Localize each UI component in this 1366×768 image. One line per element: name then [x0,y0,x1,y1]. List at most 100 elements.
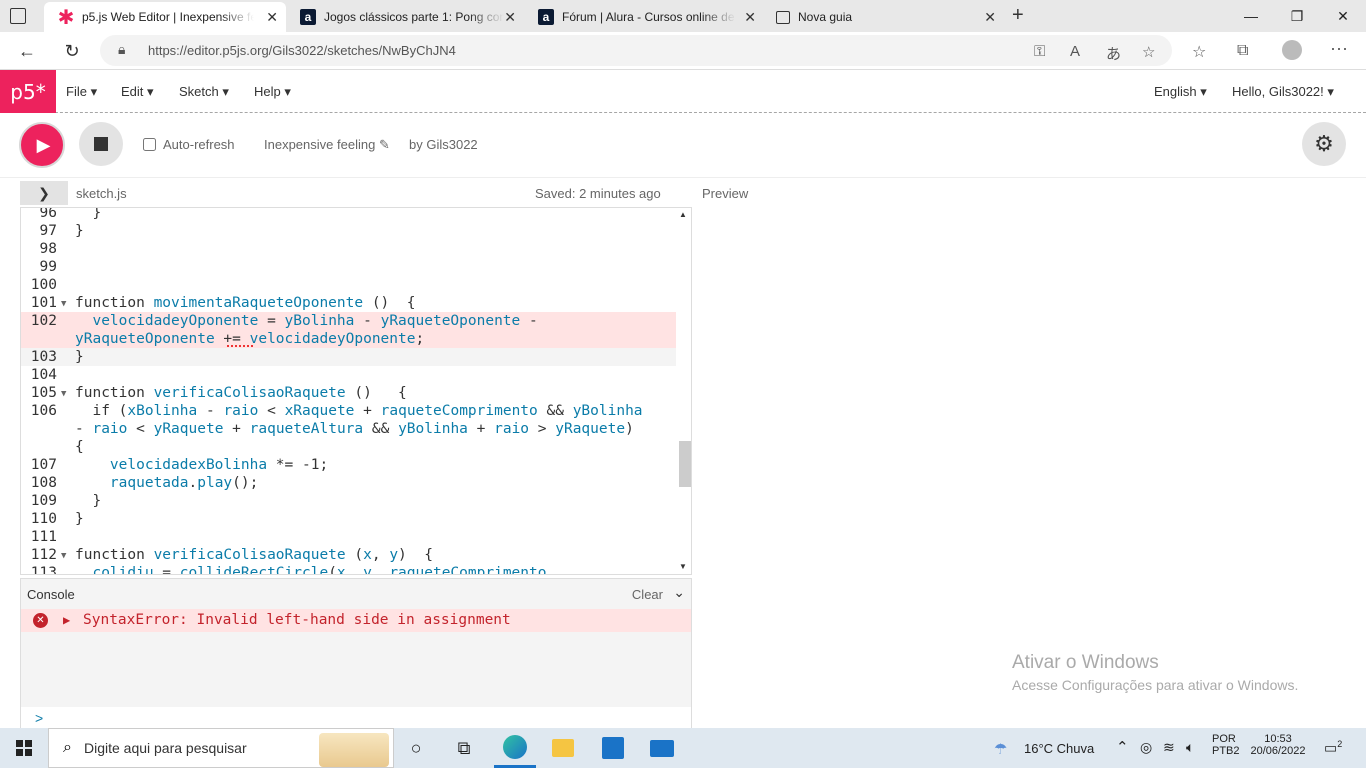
taskbar-search[interactable]: ⌕ Digite aqui para pesquisar [48,728,394,768]
code-line[interactable]: 111 [21,528,676,546]
code-line[interactable]: 98 [21,240,676,258]
add-favorite-icon[interactable]: ☆ [1142,43,1155,61]
microsoft-store-icon[interactable] [592,728,634,768]
browser-tab-pong[interactable]: a Jogos clássicos parte 1: Pong com Java… [288,2,524,32]
code-line[interactable]: yRaqueteOponente += velocidadeyOponente; [21,330,676,348]
notification-count: 2 [1337,739,1343,749]
menu-edit[interactable]: Edit ▾ [121,84,154,100]
browser-tab-forum[interactable]: a Fórum | Alura - Cursos online de tecno… [526,2,764,32]
code-line[interactable]: 101 ▼ function movimentaRaqueteOponente ()… [21,294,676,312]
close-tab-icon[interactable]: ✕ [984,9,996,26]
profile-avatar[interactable] [1282,40,1302,60]
close-tab-icon[interactable]: ✕ [266,9,278,26]
console-header: Console Clear ⌄ [21,579,691,609]
edge-browser-icon[interactable] [494,728,536,768]
user-menu[interactable]: Hello, Gils3022! ▾ [1232,84,1334,100]
code-line[interactable]: 105 ▼ function verificaColisaoRaquete () { [21,384,676,402]
expand-triangle-icon[interactable]: ▶ [63,609,70,632]
error-squiggle [227,344,253,347]
code-line[interactable]: 108 raquetada.play(); [21,474,676,492]
code-line[interactable]: - raio < yRaquete + raqueteAltura && yBo… [21,420,676,438]
tab-actions-icon[interactable] [10,8,26,24]
windows-start-icon[interactable] [0,728,48,768]
close-tab-icon[interactable]: ✕ [744,9,756,26]
url-field[interactable]: 🔒︎ https://editor.p5js.org/Gils3022/sket… [100,35,1172,66]
settings-gear-icon[interactable]: ⚙ [1302,122,1346,166]
editor-scrollbar[interactable]: ▲ ▼ [676,208,691,574]
weather-rain-icon[interactable]: ☂ [994,740,1007,758]
read-aloud-icon[interactable]: A [1070,43,1080,60]
scroll-down-arrow-icon[interactable]: ▼ [679,562,687,571]
back-arrow-icon[interactable]: ← [12,36,42,66]
notifications-icon[interactable]: ▭2 [1324,739,1342,757]
auto-refresh-checkbox[interactable] [143,138,156,151]
fold-arrow-icon[interactable]: ▼ [61,385,66,403]
camera-icon[interactable]: ◎ [1140,739,1152,756]
tray-chevron-up-icon[interactable]: ⌃ [1116,738,1129,756]
code-line[interactable]: 104 [21,366,676,384]
translate-icon[interactable]: あ [1106,43,1121,64]
expand-sidebar-button[interactable]: ❯ [20,181,68,205]
console-input[interactable]: > [21,707,691,729]
weather-text[interactable]: 16°C Chuva [1024,741,1094,756]
task-view-icon[interactable]: ⧉ [444,728,484,768]
mail-icon[interactable] [640,728,684,768]
code-line[interactable]: 110} [21,510,676,528]
code-text: - raio < yRaquete + raqueteAltura && yBo… [75,421,634,437]
stop-button[interactable] [79,122,123,166]
code-line[interactable]: { [21,438,676,456]
play-button[interactable]: ▶ [19,122,65,168]
menu-help[interactable]: Help ▾ [254,84,291,100]
more-options-icon[interactable]: ··· [1330,38,1348,59]
browser-tab-new[interactable]: Nova guia ✕ [766,2,1004,32]
restore-button[interactable]: ❐ [1274,0,1320,32]
scroll-up-arrow-icon[interactable]: ▲ [679,210,687,219]
refresh-icon[interactable]: ↻ [57,36,87,66]
code-line[interactable]: 96 } [21,208,676,222]
minimize-button[interactable]: — [1228,0,1274,32]
console-clear-button[interactable]: Clear [632,587,663,602]
cortana-circle-icon[interactable]: ○ [396,728,436,768]
input-language[interactable]: POR PTB2 [1212,733,1240,757]
lock-icon[interactable]: 🔒︎ [118,41,125,58]
clock[interactable]: 10:53 20/06/2022 [1248,733,1308,757]
tab-title: Jogos clássicos parte 1: Pong com JavaSc… [324,10,504,24]
fold-arrow-icon[interactable]: ▼ [61,547,66,565]
code-line[interactable]: 100 [21,276,676,294]
menu-sketch[interactable]: Sketch ▾ [179,84,229,100]
fold-arrow-icon[interactable]: ▼ [61,295,66,313]
console-error-row[interactable]: ✕ ▶ SyntaxError: Invalid left-hand side … [21,609,691,632]
volume-icon[interactable]: 🔈︎ [1186,739,1194,756]
collections-icon[interactable]: ⧉ [1237,42,1248,60]
p5-logo[interactable]: p5* [0,70,56,113]
code-text: { [75,439,84,455]
menu-file[interactable]: File ▾ [66,84,97,100]
close-window-button[interactable]: ✕ [1320,0,1366,32]
code-line[interactable]: 99 [21,258,676,276]
key-icon[interactable]: ⚿ [1034,43,1045,60]
code-line[interactable]: 107 velocidadexBolinha *= -1; [21,456,676,474]
code-line[interactable]: 102 velocidadeyOponente = yBolinha - yRa… [21,312,676,330]
favorites-icon[interactable]: ☆ [1192,42,1206,62]
code-line[interactable]: 97} [21,222,676,240]
code-editor[interactable]: 96 } 97} 98 99 100 101 ▼ function movimentaRaqu… [20,207,692,575]
sketch-owner[interactable]: by Gils3022 [409,137,478,152]
code-line[interactable]: 103} [21,348,676,366]
new-tab-button[interactable]: + [1012,4,1024,27]
menu-label: Sketch [179,84,219,99]
code-line[interactable]: 106 if (xBolinha - raio < xRaquete + raq… [21,402,676,420]
sketch-name[interactable]: Inexpensive feeling ✎ [264,137,390,153]
close-tab-icon[interactable]: ✕ [504,9,516,26]
collapse-console-chevron-icon[interactable]: ⌄ [673,584,685,601]
file-explorer-icon[interactable] [542,728,584,768]
code-line[interactable]: 113 colidiu = collideRectCircle(x, y, ra… [21,564,676,574]
code-line[interactable]: 112 ▼ function verificaColisaoRaquete (x, … [21,546,676,564]
code-text: raquetada.play(); [109,475,259,491]
browser-tab-p5[interactable]: ✱ p5.js Web Editor | Inexpensive feeling… [44,2,286,32]
wifi-icon[interactable]: ≋ [1163,739,1175,756]
scrollbar-thumb[interactable] [679,441,691,487]
code-line[interactable]: 109 } [21,492,676,510]
pencil-icon[interactable]: ✎ [379,137,390,152]
language-menu[interactable]: English ▾ [1154,84,1207,100]
auto-refresh-toggle[interactable]: Auto-refresh [143,137,235,152]
